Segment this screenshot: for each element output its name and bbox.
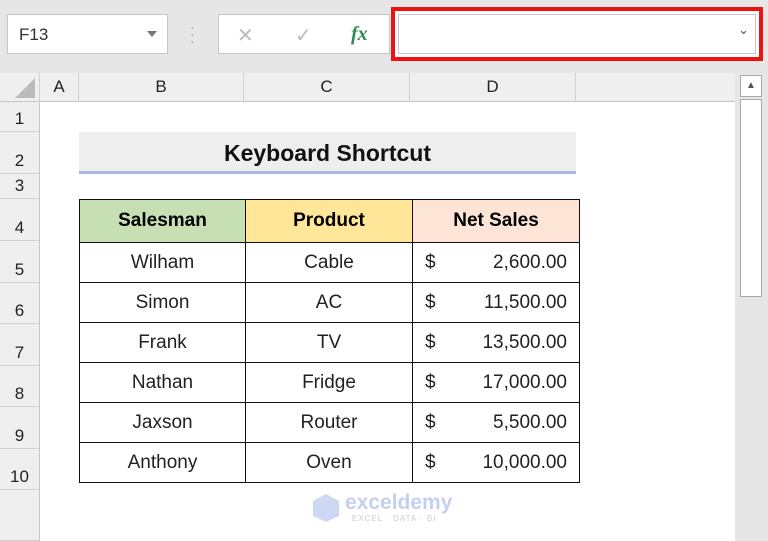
currency-symbol: $ (425, 371, 436, 393)
select-all-button[interactable] (0, 73, 40, 102)
formula-bar-highlight: ⌄ (391, 7, 763, 61)
column-header-b[interactable]: B (79, 73, 244, 102)
salesman-cell[interactable]: Nathan (79, 362, 246, 403)
currency-symbol: $ (425, 251, 436, 273)
column-header-c[interactable]: C (244, 73, 410, 102)
table-row: Nathan Fridge $17,000.00 (79, 362, 580, 403)
currency-symbol: $ (425, 451, 436, 473)
table-row: Anthony Oven $10,000.00 (79, 442, 580, 483)
net-sales-cell[interactable]: $13,500.00 (412, 322, 580, 363)
product-cell[interactable]: TV (245, 322, 413, 363)
chevron-down-icon[interactable] (147, 31, 157, 37)
row-header-6[interactable]: 6 (0, 283, 40, 324)
header-salesman[interactable]: Salesman (79, 199, 246, 243)
row-header-10[interactable]: 10 (0, 449, 40, 490)
more-options-icon[interactable]: · · · (190, 20, 196, 48)
column-header-a[interactable]: A (40, 73, 79, 102)
product-cell[interactable]: AC (245, 282, 413, 323)
table-row: Simon AC $11,500.00 (79, 282, 580, 323)
net-sales-value: 11,500.00 (483, 291, 567, 313)
name-box-value: F13 (19, 25, 49, 44)
row-header-11[interactable] (0, 490, 40, 541)
header-net-sales[interactable]: Net Sales (412, 199, 580, 243)
column-header-d[interactable]: D (410, 73, 576, 102)
salesman-cell[interactable]: Simon (79, 282, 246, 323)
row-header-2[interactable]: 2 (0, 132, 40, 174)
header-product[interactable]: Product (245, 199, 413, 243)
table-row: Frank TV $13,500.00 (79, 322, 580, 363)
watermark-brand: exceldemy (345, 491, 453, 514)
column-header-e[interactable] (576, 73, 735, 102)
net-sales-value: 2,600.00 (493, 251, 567, 273)
salesman-cell[interactable]: Anthony (79, 442, 246, 483)
currency-symbol: $ (425, 291, 436, 313)
chevron-down-icon[interactable]: ⌄ (738, 22, 749, 38)
row-header-7[interactable]: 7 (0, 324, 40, 366)
product-cell[interactable]: Cable (245, 242, 413, 283)
salesman-cell[interactable]: Wilham (79, 242, 246, 283)
row-header-4[interactable]: 4 (0, 199, 40, 241)
net-sales-value: 17,000.00 (482, 371, 567, 393)
net-sales-cell[interactable]: $2,600.00 (412, 242, 580, 283)
formula-input[interactable] (398, 14, 756, 54)
salesman-cell[interactable]: Frank (79, 322, 246, 363)
cancel-icon[interactable]: ✕ (237, 23, 254, 48)
product-cell[interactable]: Fridge (245, 362, 413, 403)
exceldemy-watermark: exceldemy EXCEL · DATA · BI (312, 491, 462, 525)
net-sales-cell[interactable]: $17,000.00 (412, 362, 580, 403)
row-header-9[interactable]: 9 (0, 407, 40, 449)
product-cell[interactable]: Oven (245, 442, 413, 483)
name-box[interactable]: F13 (7, 14, 168, 54)
currency-symbol: $ (425, 411, 436, 433)
row-header-5[interactable]: 5 (0, 241, 40, 283)
exceldemy-logo-icon (313, 494, 339, 522)
net-sales-cell[interactable]: $10,000.00 (412, 442, 580, 483)
row-header-8[interactable]: 8 (0, 366, 40, 407)
sales-table: Salesman Product Net Sales Wilham Cable $2… (79, 199, 580, 483)
net-sales-cell[interactable]: $11,500.00 (412, 282, 580, 323)
net-sales-value: 5,500.00 (493, 411, 567, 433)
formula-buttons: ✕ ✓ fx (218, 14, 390, 54)
net-sales-cell[interactable]: $5,500.00 (412, 402, 580, 443)
currency-symbol: $ (425, 331, 436, 353)
scroll-up-button[interactable]: ▲ (740, 75, 762, 97)
enter-icon[interactable]: ✓ (295, 23, 312, 48)
row-header-1[interactable]: 1 (0, 102, 40, 132)
sheet-title: Keyboard Shortcut (79, 132, 576, 174)
product-cell[interactable]: Router (245, 402, 413, 443)
scroll-thumb[interactable] (740, 99, 762, 297)
row-header-3[interactable]: 3 (0, 174, 40, 199)
table-row: Jaxson Router $5,500.00 (79, 402, 580, 443)
net-sales-value: 13,500.00 (482, 331, 567, 353)
table-row: Wilham Cable $2,600.00 (79, 242, 580, 283)
vertical-scrollbar[interactable]: ▲ (735, 73, 768, 541)
watermark-tagline: EXCEL · DATA · BI (352, 514, 437, 523)
net-sales-value: 10,000.00 (482, 451, 567, 473)
salesman-cell[interactable]: Jaxson (79, 402, 246, 443)
fx-icon[interactable]: fx (351, 23, 368, 46)
